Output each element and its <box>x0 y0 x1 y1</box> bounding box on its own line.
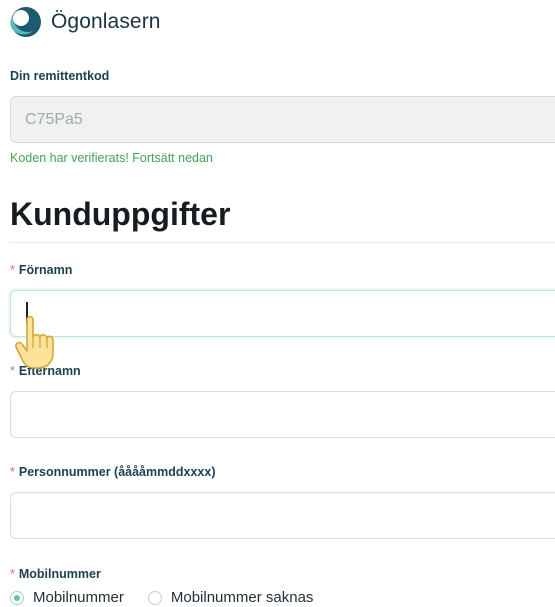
required-marker: * <box>10 465 15 479</box>
referral-code-label: Din remittentkod <box>10 69 110 83</box>
required-marker: * <box>10 567 15 581</box>
page-section-title: Kunduppgifter <box>10 196 231 232</box>
no-mobile-radio[interactable] <box>147 590 162 605</box>
referral-success-message: Koden har verifierats! Fortsätt nedan <box>10 151 213 165</box>
mobile-radio-label[interactable]: Mobilnummer <box>33 589 124 606</box>
mobile-label-text: Mobilnummer <box>18 567 101 581</box>
mobile-options: Mobilnummer Mobilnummer saknas <box>10 589 313 606</box>
eye-logo-icon <box>10 7 41 37</box>
last-name-input[interactable] <box>10 391 555 438</box>
referral-code-field: C75Pa5 <box>10 96 555 143</box>
first-name-label: * Förnamn <box>10 263 72 277</box>
first-name-input[interactable] <box>10 290 555 337</box>
no-mobile-radio-label[interactable]: Mobilnummer saknas <box>171 589 314 606</box>
brand-name: Ögonlasern <box>51 10 161 33</box>
section-divider <box>10 242 555 243</box>
personal-number-input[interactable] <box>10 492 555 539</box>
personal-number-label: * Personnummer (ååååmmddxxxx) <box>10 465 215 479</box>
personal-number-label-text: Personnummer (ååååmmddxxxx) <box>18 465 216 479</box>
required-marker: * <box>10 263 15 277</box>
mobile-label: * Mobilnummer <box>10 567 101 581</box>
mobile-radio[interactable] <box>10 590 24 605</box>
hand-pointer-icon <box>15 315 54 369</box>
brand-logo[interactable]: Ögonlasern <box>10 6 161 38</box>
first-name-label-text: Förnamn <box>18 263 73 277</box>
